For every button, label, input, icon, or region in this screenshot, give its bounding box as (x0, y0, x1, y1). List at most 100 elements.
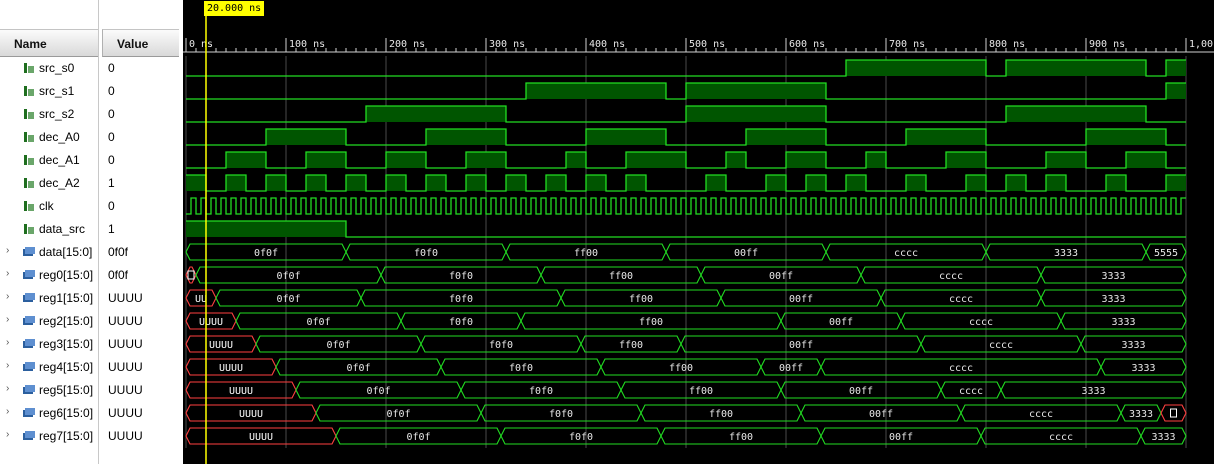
bus-overflow-marker (187, 270, 195, 280)
signal-row[interactable]: › reg3[15:0] UUUU (0, 333, 179, 356)
bus-value-label: UU (195, 294, 207, 305)
signal-name: dec_A2 (39, 176, 80, 190)
bus-value-label: 3333 (1101, 271, 1125, 282)
bus-value-label: cccc (969, 317, 993, 328)
bus-value-label: UUUU (229, 386, 253, 397)
bus-value-label: 00ff (869, 409, 893, 420)
bus-value-label: cccc (894, 248, 918, 259)
bus-value-label: 3333 (1131, 363, 1155, 374)
bus-value-label: UUUU (239, 409, 263, 420)
bus-value-label: ff00 (689, 386, 713, 397)
expand-chevron-icon[interactable]: › (6, 383, 14, 394)
bus-value-label: UUUU (199, 317, 223, 328)
cursor-time-label[interactable]: 20.000 ns (204, 1, 265, 16)
bus-value-label: cccc (949, 363, 973, 374)
signal-row[interactable]: clk 0 (0, 195, 179, 218)
signal-row[interactable]: dec_A1 0 (0, 149, 179, 172)
bus-value-label: cccc (1049, 432, 1073, 443)
signal-row[interactable]: src_s2 0 (0, 103, 179, 126)
ruler-tick-label: 500 ns (689, 39, 725, 50)
wave-high-fill (786, 152, 826, 168)
wave-high-fill (626, 152, 686, 168)
bus-value-label: 0f0f (406, 432, 430, 443)
signal-row[interactable]: dec_A0 0 (0, 126, 179, 149)
wave-high-fill (946, 152, 986, 168)
signal-row[interactable]: › reg0[15:0] 0f0f (0, 264, 179, 287)
signal-name: src_s0 (39, 61, 75, 75)
bus-value-label: 0f0f (326, 340, 350, 351)
wave-high-fill (726, 152, 746, 168)
signal-row[interactable]: dec_A2 1 (0, 172, 179, 195)
wave-high-fill (546, 175, 566, 191)
expand-chevron-icon[interactable]: › (6, 291, 14, 302)
wave-high-fill (1086, 129, 1166, 145)
signal-value: 0 (108, 199, 115, 213)
bit-signal-icon (22, 177, 36, 189)
signal-name: reg0[15:0] (39, 268, 94, 282)
signal-value: 0f0f (108, 245, 129, 259)
bus-value-label: cccc (949, 294, 973, 305)
wave-high-fill (506, 175, 526, 191)
signal-row[interactable]: data_src 1 (0, 218, 179, 241)
bus-value-label: 00ff (889, 432, 913, 443)
bus-value-label: f0f0 (549, 409, 573, 420)
signal-row[interactable]: › reg4[15:0] UUUU (0, 356, 179, 379)
bus-overflow-marker (1170, 408, 1177, 418)
expand-chevron-icon[interactable]: › (6, 406, 14, 417)
signal-row[interactable]: src_s1 0 (0, 80, 179, 103)
signal-row[interactable]: › reg1[15:0] UUUU (0, 287, 179, 310)
bit-signal-icon (22, 131, 36, 143)
signal-row[interactable]: › reg6[15:0] UUUU (0, 402, 179, 425)
expand-chevron-icon[interactable]: › (6, 268, 14, 279)
wave-high-fill (906, 175, 926, 191)
expand-chevron-icon[interactable]: › (6, 337, 14, 348)
wave-high-fill (346, 175, 366, 191)
wave-high-fill (186, 221, 346, 237)
waveform-area[interactable]: 0 ns 100 ns 200 ns 300 ns 400 ns 500 ns 600 ns… (183, 0, 1214, 464)
expand-chevron-icon[interactable]: › (6, 429, 14, 440)
bus-value-label: 3333 (1151, 432, 1175, 443)
bus-value-label: 3333 (1121, 340, 1145, 351)
bus-value-label: 3333 (1129, 409, 1153, 420)
ruler-tick-label: 700 ns (889, 39, 925, 50)
signal-row[interactable]: › reg2[15:0] UUUU (0, 310, 179, 333)
bus-value-label: ff00 (669, 363, 693, 374)
wave-high-fill (306, 152, 346, 168)
bus-value-label: 00ff (789, 294, 813, 305)
bus-value-label: cccc (959, 386, 983, 397)
ruler-tick-label: 200 ns (389, 39, 425, 50)
signal-value: 0 (108, 130, 115, 144)
bus-value-label: cccc (1029, 409, 1053, 420)
wave-high-fill (1006, 175, 1026, 191)
bus-value-label: 00ff (829, 317, 853, 328)
bus-value-label: 3333 (1101, 294, 1125, 305)
waveform-canvas[interactable]: 0 ns 100 ns 200 ns 300 ns 400 ns 500 ns 600 ns… (183, 0, 1214, 464)
wave-high-fill (586, 175, 606, 191)
wave-high-fill (386, 152, 426, 168)
bus-value-label: UUUU (209, 340, 233, 351)
ruler-tick-label: 900 ns (1089, 39, 1125, 50)
expand-chevron-icon[interactable]: › (6, 360, 14, 371)
expand-chevron-icon[interactable]: › (6, 314, 14, 325)
signal-row[interactable]: › reg7[15:0] UUUU (0, 425, 179, 448)
bus-value-label: 0f0f (306, 317, 330, 328)
bus-value-label: f0f0 (509, 363, 533, 374)
signal-row[interactable]: › data[15:0] 0f0f (0, 241, 179, 264)
signal-name: src_s2 (39, 107, 75, 121)
bus-undefined-segment (1160, 404, 1187, 422)
value-column-header[interactable]: Value (102, 29, 179, 57)
wave-high-fill (1166, 83, 1186, 99)
bit-signal-icon (22, 200, 36, 212)
name-column-header[interactable]: Name (0, 29, 98, 57)
column-divider[interactable] (98, 0, 102, 464)
signal-row[interactable]: › reg5[15:0] UUUU (0, 379, 179, 402)
signal-name: reg4[15:0] (39, 360, 94, 374)
wave-high-fill (226, 175, 246, 191)
bus-value-label: 0f0f (254, 248, 278, 259)
expand-chevron-icon[interactable]: › (6, 245, 14, 256)
wave-high-fill (306, 175, 326, 191)
bus-value-label: 3333 (1054, 248, 1078, 259)
bus-value-label: 00ff (779, 363, 803, 374)
ruler-tick-label: 100 ns (289, 39, 325, 50)
signal-row[interactable]: src_s0 0 (0, 57, 179, 80)
